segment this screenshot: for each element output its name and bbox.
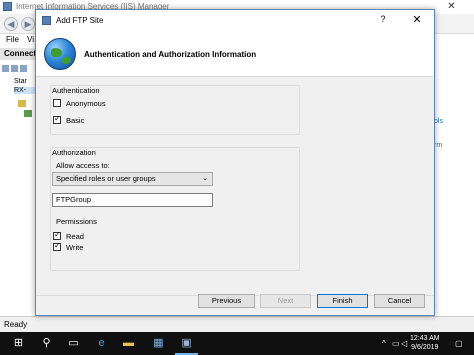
task-view-icon[interactable]: ▭ [67,337,80,350]
write-checkbox[interactable] [53,241,61,251]
dialog-header: Authentication and Authorization Informa… [36,32,434,77]
menu-view[interactable]: Vi [27,35,34,44]
roles-groups-value: FTPGroup [56,195,92,204]
cancel-button[interactable]: Cancel [374,294,425,308]
dialog-close-button[interactable]: ✕ [410,13,424,26]
authentication-label: Authentication [52,86,100,95]
write-label: Write [66,243,84,252]
forward-icon[interactable]: ▶ [21,17,35,31]
sites-icon[interactable] [24,110,32,117]
authorization-label: Authorization [52,148,96,157]
allow-access-label: Allow access to: [56,161,110,170]
clock-date: 9/6/2019 [411,344,439,351]
connections-header: Connection [0,48,37,60]
page-heading: Authentication and Authorization Informa… [84,50,257,59]
iis-manager-taskbar-icon[interactable]: ▣ [175,337,198,355]
internet-explorer-icon[interactable]: e [95,337,108,350]
clock-time: 12:43 AM [410,335,440,342]
tray-chevron-icon[interactable]: ^ [382,339,386,348]
dialog-app-icon [42,16,51,25]
iis-app-icon [3,2,12,11]
status-text: Ready [4,320,28,329]
network-icon[interactable]: ▭ [392,339,400,348]
taskbar: ⊞ ⚲ ▭ e ▬ ▦ ▣ ^ ▭ ◁ 12:43 AM 9/6/2019 ▢ [0,332,474,355]
help-button[interactable]: ? [376,14,390,24]
basic-label: Basic [66,116,85,125]
roles-groups-input[interactable]: FTPGroup [52,193,213,207]
iis-close-button[interactable]: ✕ [429,1,474,14]
next-button[interactable]: Next [260,294,311,308]
actions-link-tools[interactable]: ols [434,118,443,125]
system-clock[interactable]: 12:43 AM 9/6/2019 [410,334,440,352]
read-label: Read [66,232,84,241]
allow-access-value: Specified roles or user groups [56,174,156,183]
finish-button[interactable]: Finish [317,294,368,308]
connect-icon[interactable] [2,65,9,72]
actions-link-rm[interactable]: rm [434,142,442,149]
anonymous-label: Anonymous [66,99,106,108]
basic-checkbox[interactable] [53,114,61,124]
connections-toolbar [2,64,36,74]
save-icon[interactable] [11,65,18,72]
file-explorer-icon[interactable]: ▬ [122,337,135,350]
back-icon[interactable]: ◀ [4,17,18,31]
notifications-icon[interactable]: ▢ [455,339,463,348]
status-bar: Ready [0,316,474,332]
permissions-label: Permissions [56,217,97,226]
actions-panel: ols rm [434,48,474,316]
folder-icon[interactable] [18,100,26,107]
refresh-icon[interactable] [20,65,27,72]
allow-access-select[interactable]: Specified roles or user groups ⌄ [52,172,213,186]
tree-item-start-page[interactable]: Star [14,78,36,85]
globe-icon [44,38,76,70]
windows-start-icon[interactable]: ⊞ [12,337,25,350]
server-manager-icon[interactable]: ▦ [152,337,165,350]
dialog-title: Add FTP Site [56,16,104,25]
search-icon[interactable]: ⚲ [40,337,53,350]
volume-icon[interactable]: ◁ [401,339,407,348]
connections-panel: Connection Star RX- [0,48,37,316]
menu-file[interactable]: File [6,35,19,44]
anonymous-checkbox[interactable] [53,99,61,107]
previous-button[interactable]: Previous [198,294,255,308]
tree-item-server[interactable]: RX- [14,87,36,94]
chevron-down-icon: ⌄ [202,175,208,182]
read-checkbox[interactable] [53,230,61,240]
add-ftp-site-dialog: Add FTP Site ? ✕ Authentication and Auth… [35,9,435,316]
dialog-titlebar: Add FTP Site ? ✕ [36,10,434,32]
